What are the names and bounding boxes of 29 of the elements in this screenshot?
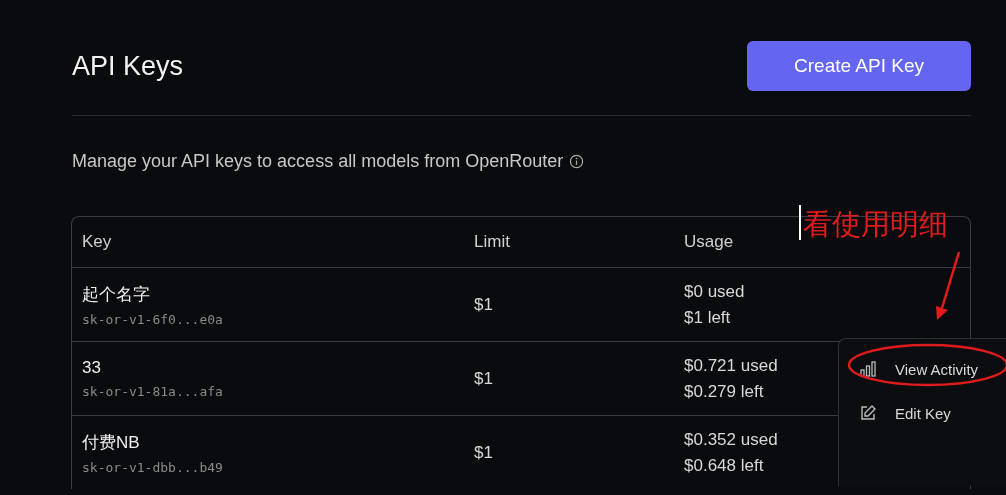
bar-chart-icon <box>859 360 877 378</box>
usage-used: $0 used <box>684 281 745 302</box>
pencil-icon <box>859 404 877 422</box>
annotation-arrow <box>936 251 961 320</box>
key-value: sk-or-v1-dbb...b49 <box>82 459 223 475</box>
key-value: sk-or-v1-81a...afa <box>82 384 223 399</box>
text-cursor <box>799 205 801 240</box>
info-icon[interactable] <box>569 153 585 169</box>
limit-value: $1 <box>474 442 493 463</box>
usage-left: $1 left <box>684 307 731 328</box>
page-title: API Keys <box>72 50 184 82</box>
column-header: Key <box>82 232 112 252</box>
description-text: Manage your API keys to access all models from OpenRouter <box>72 150 564 172</box>
key-name: 付费NB <box>82 431 140 454</box>
column-header: Limit <box>474 232 510 252</box>
usage-used: $0.352 used <box>684 429 778 450</box>
usage-left: $0.648 left <box>684 455 764 476</box>
usage-left: $0.279 left <box>684 381 764 402</box>
annotation-text: 看使用明细 <box>803 207 948 241</box>
column-header: Usage <box>684 232 734 252</box>
key-name: 33 <box>82 358 101 378</box>
key-value: sk-or-v1-6f0...e0a <box>82 311 223 327</box>
create-api-key-button[interactable]: Create API Key <box>747 41 971 91</box>
menu-item[interactable]: Edit Key <box>839 391 1006 435</box>
limit-value: $1 <box>474 294 493 315</box>
key-name: 起个名字 <box>82 283 150 306</box>
menu-item[interactable]: View Activity <box>839 347 1006 391</box>
limit-value: $1 <box>474 368 493 389</box>
usage-used: $0.721 used <box>684 355 778 376</box>
